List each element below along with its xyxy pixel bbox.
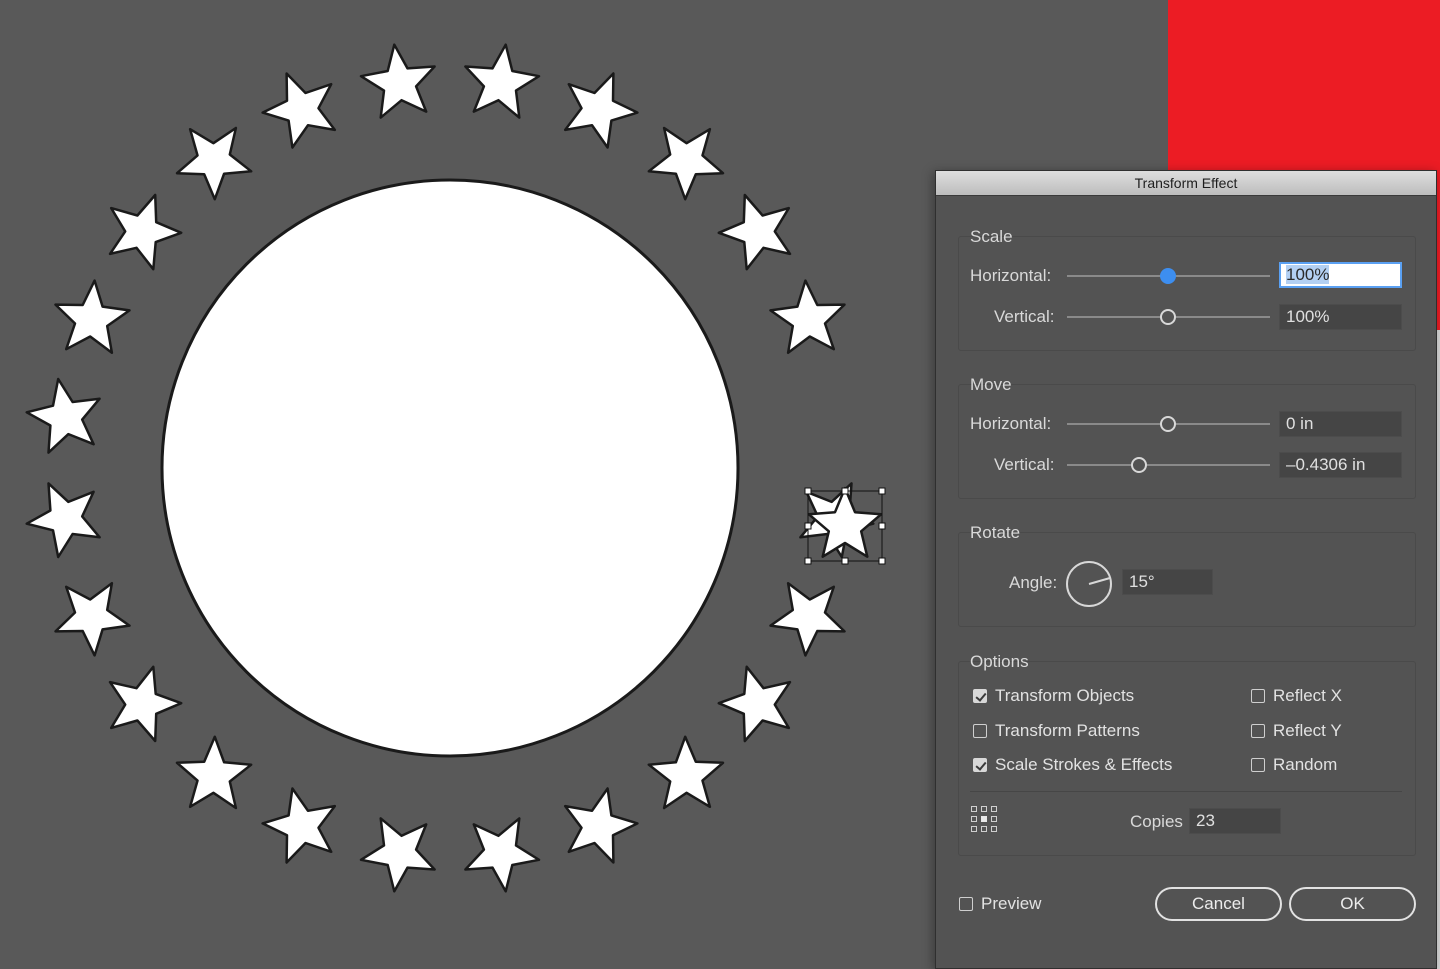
rotate-angle-input[interactable]: 15° bbox=[1122, 569, 1213, 595]
star-shape[interactable] bbox=[25, 377, 101, 454]
star-shape[interactable] bbox=[359, 817, 436, 893]
reflect-x-checkbox[interactable] bbox=[1251, 689, 1265, 703]
star-shape[interactable] bbox=[769, 279, 846, 355]
star-shape[interactable] bbox=[261, 72, 337, 149]
move-horizontal-input[interactable]: 0 in bbox=[1279, 411, 1402, 437]
scale-horizontal-slider-knob[interactable] bbox=[1160, 268, 1176, 284]
preview-checkbox[interactable] bbox=[959, 897, 973, 911]
scale-group-label: Scale bbox=[970, 227, 1013, 246]
reference-point-grid-icon[interactable] bbox=[970, 805, 998, 833]
star-shape[interactable] bbox=[54, 581, 131, 657]
scale-vertical-input[interactable]: 100% bbox=[1279, 304, 1402, 330]
rotate-angle-label: Angle: bbox=[1009, 573, 1058, 592]
move-vertical-slider[interactable] bbox=[1067, 464, 1270, 466]
star-shape[interactable] bbox=[108, 665, 183, 743]
resize-handle[interactable] bbox=[878, 557, 886, 565]
scale-group bbox=[958, 236, 1416, 351]
star-shape[interactable] bbox=[359, 43, 436, 119]
scale-strokes-label[interactable]: Scale Strokes & Effects bbox=[995, 755, 1172, 775]
options-group-label: Options bbox=[970, 652, 1029, 671]
transform-objects-label[interactable]: Transform Objects bbox=[995, 686, 1134, 706]
star-shape[interactable] bbox=[25, 482, 101, 559]
resize-handle[interactable] bbox=[878, 522, 886, 530]
star-shape[interactable] bbox=[175, 126, 253, 201]
star-shape[interactable] bbox=[175, 735, 253, 810]
star-shape[interactable] bbox=[717, 193, 792, 271]
options-separator bbox=[970, 791, 1402, 792]
star-shape[interactable] bbox=[563, 72, 639, 149]
star-shape[interactable] bbox=[464, 43, 541, 119]
scale-strokes-checkbox[interactable] bbox=[973, 758, 987, 772]
resize-handle[interactable] bbox=[804, 487, 812, 495]
ok-button[interactable]: OK bbox=[1289, 887, 1416, 921]
large-white-circle[interactable] bbox=[160, 178, 740, 758]
star-shape[interactable] bbox=[717, 665, 792, 743]
copies-input[interactable]: 23 bbox=[1189, 808, 1281, 834]
star-shape[interactable] bbox=[54, 279, 131, 355]
star-shape[interactable] bbox=[464, 817, 541, 893]
scale-horizontal-label: Horizontal: bbox=[970, 266, 1052, 285]
scale-vertical-label: Vertical: bbox=[994, 307, 1055, 326]
reflect-x-label[interactable]: Reflect X bbox=[1273, 686, 1342, 706]
rotate-group-label: Rotate bbox=[970, 523, 1021, 542]
resize-handle[interactable] bbox=[804, 557, 812, 565]
resize-handle[interactable] bbox=[841, 487, 849, 495]
resize-handle[interactable] bbox=[841, 557, 849, 565]
resize-handle[interactable] bbox=[804, 522, 812, 530]
move-vertical-input[interactable]: –0.4306 in bbox=[1279, 452, 1402, 478]
scale-horizontal-input[interactable]: 100% bbox=[1279, 262, 1402, 288]
move-vertical-label: Vertical: bbox=[994, 455, 1055, 474]
cancel-button[interactable]: Cancel bbox=[1155, 887, 1282, 921]
resize-handle[interactable] bbox=[878, 487, 886, 495]
star-shape[interactable] bbox=[261, 787, 337, 864]
star-shape[interactable] bbox=[647, 735, 725, 810]
move-group bbox=[958, 384, 1416, 499]
transform-patterns-label[interactable]: Transform Patterns bbox=[995, 721, 1140, 741]
transform-patterns-checkbox[interactable] bbox=[973, 724, 987, 738]
move-horizontal-label: Horizontal: bbox=[970, 414, 1052, 433]
copies-label: Copies bbox=[1130, 812, 1183, 831]
star-shape[interactable] bbox=[769, 581, 846, 657]
move-group-label: Move bbox=[970, 375, 1012, 394]
random-label[interactable]: Random bbox=[1273, 755, 1337, 775]
star-shape[interactable] bbox=[108, 193, 183, 271]
move-vertical-slider-knob[interactable] bbox=[1131, 457, 1147, 473]
move-horizontal-slider-knob[interactable] bbox=[1160, 416, 1176, 432]
transform-effect-dialog: Transform Effect Scale Horizontal: 100% … bbox=[935, 170, 1437, 969]
reflect-y-label[interactable]: Reflect Y bbox=[1273, 721, 1342, 741]
scale-vertical-slider-knob[interactable] bbox=[1160, 309, 1176, 325]
dialog-title[interactable]: Transform Effect bbox=[936, 171, 1436, 196]
random-checkbox[interactable] bbox=[1251, 758, 1265, 772]
star-shape[interactable] bbox=[647, 126, 725, 201]
angle-dial-icon[interactable] bbox=[1064, 559, 1114, 609]
reflect-y-checkbox[interactable] bbox=[1251, 724, 1265, 738]
preview-label[interactable]: Preview bbox=[981, 894, 1041, 914]
star-shape[interactable] bbox=[563, 787, 639, 864]
transform-objects-checkbox[interactable] bbox=[973, 689, 987, 703]
